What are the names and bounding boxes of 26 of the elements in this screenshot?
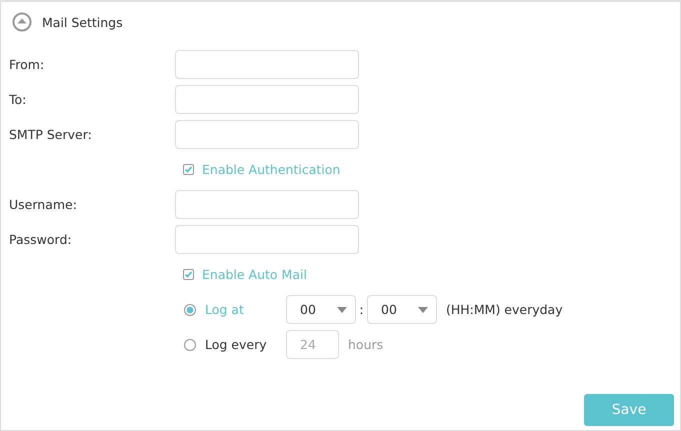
checkbox[interactable] bbox=[183, 164, 194, 175]
caret-icon bbox=[418, 306, 428, 312]
unit-label: hours bbox=[348, 337, 384, 352]
option-label[interactable]: Log at bbox=[205, 302, 244, 317]
field-label: From: bbox=[8, 57, 46, 72]
input-field[interactable] bbox=[175, 225, 359, 254]
field-label: Username: bbox=[8, 197, 78, 212]
input-field[interactable] bbox=[175, 50, 359, 79]
input-field[interactable] bbox=[175, 190, 359, 219]
field-label: SMTP Server: bbox=[8, 127, 93, 142]
time-separator: : bbox=[358, 302, 365, 317]
save-button[interactable]: Save bbox=[584, 394, 674, 426]
checkbox-row[interactable]: Enable Auto Mail bbox=[183, 267, 307, 282]
section-title: Mail Settings bbox=[42, 14, 123, 30]
input-field[interactable] bbox=[175, 85, 359, 114]
field-label: Password: bbox=[8, 232, 73, 247]
radio-button[interactable] bbox=[184, 304, 196, 316]
caret-icon bbox=[337, 306, 347, 312]
hour-dropdown[interactable]: 00 bbox=[286, 295, 356, 324]
checkbox[interactable] bbox=[183, 269, 194, 280]
input-field[interactable] bbox=[175, 120, 359, 149]
field-label: To: bbox=[8, 92, 28, 107]
checkbox-row[interactable]: Enable Authentication bbox=[183, 162, 340, 177]
time-format-hint: (HH:MM) everyday bbox=[446, 302, 563, 317]
collapse-icon[interactable] bbox=[12, 12, 32, 32]
minute-dropdown[interactable]: 00 bbox=[367, 295, 437, 324]
